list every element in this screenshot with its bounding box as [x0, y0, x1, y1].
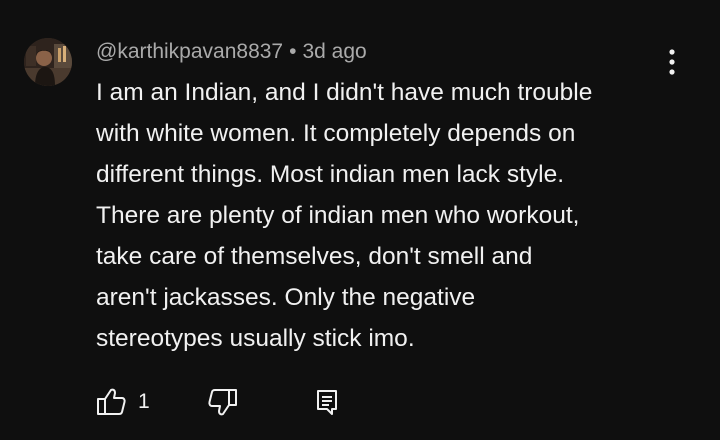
- meta-separator: •: [289, 40, 297, 63]
- thumb-down-icon: [208, 389, 237, 416]
- comment-actions: 1: [94, 384, 394, 420]
- author-name[interactable]: @karthikpavan8837: [96, 40, 283, 63]
- comment-header: @karthikpavan8837 • 3d ago: [96, 38, 367, 66]
- avatar-image: [24, 38, 72, 86]
- more-vert-icon: [669, 49, 675, 75]
- comment-menu-button[interactable]: [656, 44, 688, 80]
- comment-timestamp[interactable]: 3d ago: [302, 40, 366, 63]
- dislike-button[interactable]: [206, 384, 240, 420]
- reply-comment-icon: [317, 390, 337, 415]
- comment-text: I am an Indian, and I didn't have much t…: [96, 79, 593, 352]
- avatar[interactable]: [24, 38, 72, 86]
- like-count: 1: [138, 390, 150, 413]
- reply-button[interactable]: [310, 384, 344, 420]
- like-button[interactable]: 1: [94, 384, 150, 420]
- comment-thread: @karthikpavan8837 • 3d ago I am an Indian,…: [0, 0, 720, 440]
- thumb-up-icon: [97, 388, 126, 415]
